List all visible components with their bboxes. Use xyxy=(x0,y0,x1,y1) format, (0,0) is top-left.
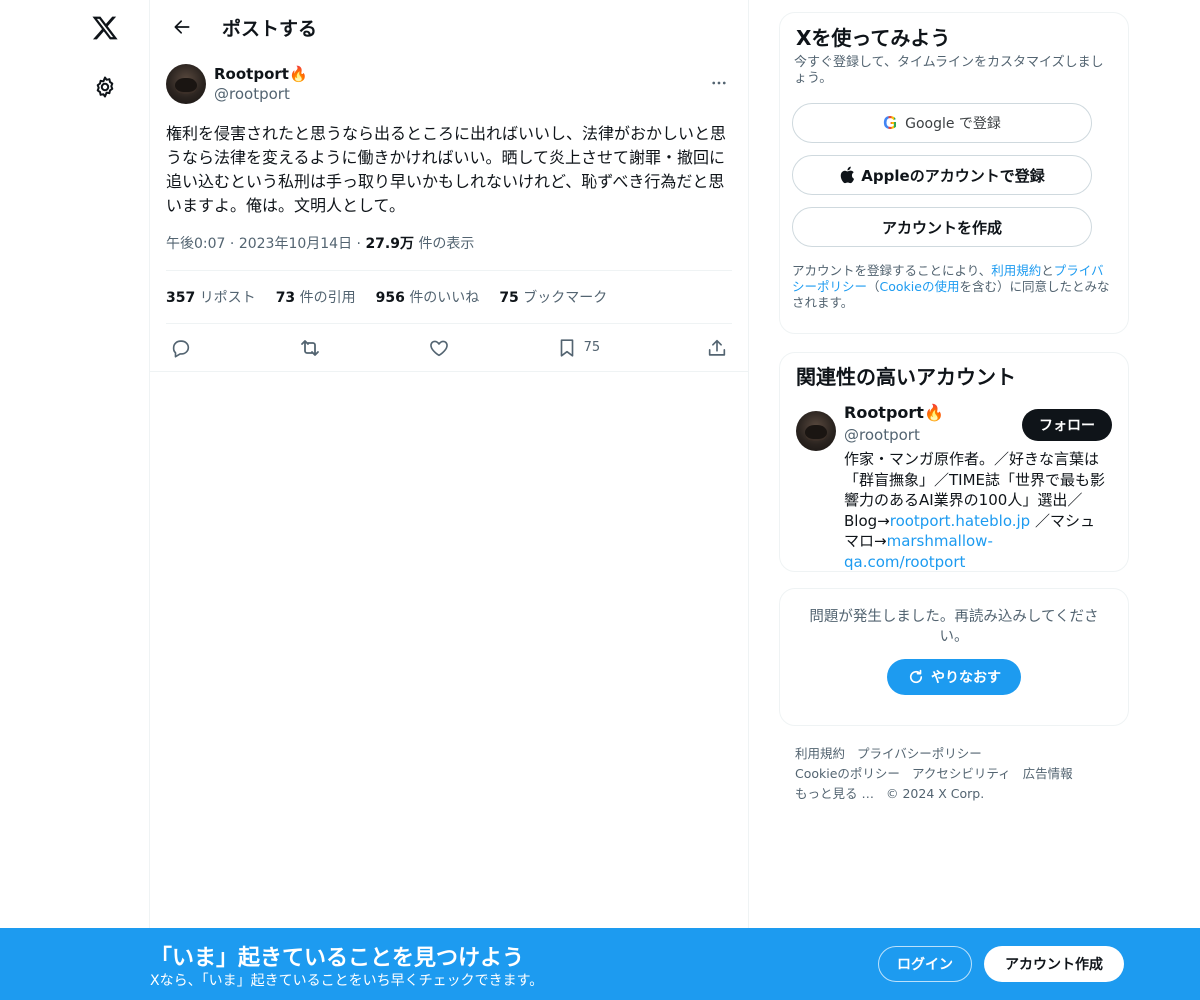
bookmark-icon xyxy=(556,337,578,359)
author-name[interactable]: Rootport🔥 xyxy=(214,64,308,84)
footer-link-privacy[interactable]: プライバシーポリシー xyxy=(857,746,982,761)
banner-title: 「いま」起きていることを見つけよう xyxy=(150,946,525,971)
footer-line: もっと見る … © 2024 X Corp. xyxy=(795,784,1113,804)
stat-count: 73 xyxy=(275,290,296,306)
footer-link-accessibility[interactable]: アクセシビリティ xyxy=(912,766,1011,781)
stat-count: 357 xyxy=(166,290,196,306)
footer-line: Cookieのポリシー アクセシビリティ 広告情報 xyxy=(795,764,1113,784)
signup-card: Xを使ってみよう 今すぐ登録して、タイムラインをカスタマイズしましょう。 G G… xyxy=(779,12,1129,334)
post-stats: 357 リポスト 73 件の引用 956 件のいいね 75 ブックマーク xyxy=(150,271,748,323)
error-message: 問題が発生しました。再読み込みしてください。 xyxy=(809,609,1099,645)
repost-icon[interactable] xyxy=(298,336,322,360)
signup-button[interactable]: アカウント作成 xyxy=(984,946,1124,982)
views-count: 27.9万 xyxy=(365,236,414,252)
author-handle[interactable]: @rootport xyxy=(214,84,308,104)
stat-bookmarks[interactable]: 75 ブックマーク xyxy=(499,287,607,307)
stat-label: ブックマーク xyxy=(523,290,608,306)
right-sidebar: Xを使ってみよう 今すぐ登録して、タイムラインをカスタマイズしましょう。 G G… xyxy=(779,12,1129,804)
retry-button[interactable]: やりなおす xyxy=(887,659,1021,695)
stat-label: 件のいいね xyxy=(409,290,480,306)
post-text: 権利を侵害されたと思うなら出るところに出ればいいし、法律がおかしいと思うなら法律… xyxy=(166,124,727,215)
back-arrow-icon[interactable] xyxy=(164,9,200,45)
gear-icon[interactable] xyxy=(82,64,128,110)
stat-reposts[interactable]: 357 リポスト xyxy=(166,287,256,307)
create-account-label: アカウントを作成 xyxy=(881,218,1002,237)
bookmark-button[interactable]: 75 xyxy=(556,337,601,359)
cookie-link[interactable]: Cookieの使用 xyxy=(880,279,960,294)
stat-label: 件の引用 xyxy=(299,290,356,306)
signup-subtitle: 今すぐ登録して、タイムラインをカスタマイズしましょう。 xyxy=(794,55,1104,86)
google-icon: G xyxy=(883,112,898,133)
avatar[interactable] xyxy=(796,411,836,451)
author-names: Rootport🔥 @rootport xyxy=(214,64,308,114)
post: Rootport🔥 @rootport 権利を侵害されたと思うなら出るところに出… xyxy=(150,54,748,372)
stat-count: 956 xyxy=(375,290,405,306)
signup-legal: アカウントを登録することにより、利用規約とプライバシーポリシー（Cookieの使… xyxy=(792,247,1116,311)
post-meta: 午後0:07 · 2023年10月14日 · 27.9万 件の表示 xyxy=(150,218,748,270)
stat-label: リポスト xyxy=(199,290,256,306)
post-time[interactable]: 午後0:07 xyxy=(166,236,225,252)
refresh-icon xyxy=(909,669,923,684)
stat-likes[interactable]: 956 件のいいね xyxy=(376,287,480,307)
footer-link-more[interactable]: もっと見る … xyxy=(795,786,874,801)
legal-text: アカウントを登録することにより、 xyxy=(792,263,992,278)
bookmark-count: 75 xyxy=(583,340,601,355)
more-options-icon[interactable] xyxy=(704,68,734,98)
post-date[interactable]: 2023年10月14日 xyxy=(239,236,352,252)
apple-signup-button[interactable]: Appleのアカウントで登録 xyxy=(792,155,1092,195)
apple-signup-label: Appleのアカウントで登録 xyxy=(861,166,1045,185)
legal-text: と xyxy=(1041,263,1054,278)
create-account-button[interactable]: アカウントを作成 xyxy=(792,207,1092,247)
related-title: 関連性の高いアカウント xyxy=(796,365,1016,389)
copyright: © 2024 X Corp. xyxy=(885,786,985,801)
views-label: 件の表示 xyxy=(418,236,475,252)
footer-line: 利用規約 プライバシーポリシー xyxy=(795,744,1113,764)
main-column: ポストする Rootport🔥 @rootport 権利を侵害されたと思うなら出… xyxy=(149,0,749,1000)
post-author: Rootport🔥 @rootport xyxy=(150,54,748,114)
left-nav xyxy=(0,0,150,1000)
banner-subtitle: Xなら、「いま」起きていることをいち早くチェックできます。 xyxy=(150,973,544,989)
legal-text: （ xyxy=(867,279,880,294)
signup-title: Xを使ってみよう xyxy=(796,26,951,50)
terms-link[interactable]: 利用規約 xyxy=(991,263,1041,278)
error-card: 問題が発生しました。再読み込みしてください。 やりなおす xyxy=(779,588,1129,726)
avatar[interactable] xyxy=(166,64,206,104)
stat-quotes[interactable]: 73 件の引用 xyxy=(276,287,356,307)
x-logo-icon[interactable] xyxy=(82,5,128,51)
related-accounts-card: 関連性の高いアカウント Rootport🔥 @rootport 作家・マンガ原作… xyxy=(779,352,1129,572)
retry-label: やりなおす xyxy=(931,670,1001,686)
post-header: ポストする xyxy=(150,0,748,54)
post-actions: 75 xyxy=(150,324,748,372)
footer-link-cookie[interactable]: Cookieのポリシー xyxy=(795,766,900,781)
footer-link-ads[interactable]: 広告情報 xyxy=(1023,766,1073,781)
follow-button[interactable]: フォロー xyxy=(1022,409,1112,441)
sidebar-footer: 利用規約 プライバシーポリシー Cookieのポリシー アクセシビリティ 広告情報 も… xyxy=(779,726,1129,804)
google-signup-label: Google で登録 xyxy=(905,116,1001,132)
related-account[interactable]: Rootport🔥 @rootport 作家・マンガ原作者。／好きな言葉は「群盲… xyxy=(796,403,1112,572)
login-button[interactable]: ログイン xyxy=(878,946,972,982)
footer-link-terms[interactable]: 利用規約 xyxy=(795,746,845,761)
like-icon[interactable] xyxy=(428,337,450,359)
login-banner: 「いま」起きていることを見つけよう Xなら、「いま」起きていることをいち早くチェ… xyxy=(0,928,1200,1000)
google-signup-button[interactable]: G Google で登録 xyxy=(792,103,1092,143)
apple-icon xyxy=(839,166,855,184)
reply-icon[interactable] xyxy=(170,337,192,359)
stat-count: 75 xyxy=(499,290,519,306)
bio-link-blog[interactable]: rootport.hateblo.jp xyxy=(890,512,1030,530)
page-title: ポストする xyxy=(222,17,318,40)
share-icon[interactable] xyxy=(706,337,728,359)
meta-separator: · xyxy=(229,236,239,252)
related-bio: 作家・マンガ原作者。／好きな言葉は「群盲撫象」／TIME誌「世界で最も影響力のあ… xyxy=(844,449,1106,572)
